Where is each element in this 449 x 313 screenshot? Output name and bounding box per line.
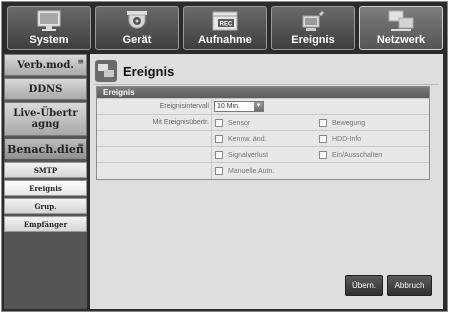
tab-device-label: Gerät [122, 34, 152, 46]
sidebar-subitem-label: Grup. [34, 201, 57, 211]
option-label: Kennw. änd. [228, 135, 267, 143]
manual-recording-checkbox[interactable] [215, 167, 223, 175]
header-divider [94, 84, 439, 85]
option-label: Sensor [228, 119, 251, 127]
tab-recording-label: Aufnahme [198, 34, 252, 46]
column-divider [211, 115, 212, 131]
panel-title: Ereignis [97, 87, 429, 98]
motion-checkbox[interactable] [319, 119, 327, 127]
sidebar: Verb.mod. ≡ DDNS Live-Übertragng Benach.… [4, 54, 87, 309]
transfer-label: Mit Ereignisübertr. [152, 119, 209, 126]
tab-network[interactable]: Netzwerk [359, 6, 443, 50]
sidebar-item-label: Live-Übertragng [13, 108, 78, 130]
option-signal-loss[interactable]: Signalverlust [215, 150, 268, 160]
tab-event[interactable]: Ereignis [271, 6, 355, 50]
power-on-off-checkbox[interactable] [319, 151, 327, 159]
event-icon [302, 11, 324, 31]
hdd-info-checkbox[interactable] [319, 135, 327, 143]
transfer-row-4: Manuelle Autn. [97, 162, 429, 179]
sidebar-item-label: Benach.dien [7, 142, 84, 156]
tab-device[interactable]: Gerät [95, 6, 179, 50]
sidebar-subitem-recipient[interactable]: Empfänger [4, 216, 87, 232]
tab-event-label: Ereignis [291, 34, 335, 46]
sidebar-subitem-event[interactable]: Ereignis [4, 180, 87, 196]
option-manual-recording[interactable]: Manuelle Autn. [215, 166, 274, 176]
transfer-row-3: Signalverlust Ein/Ausschalten [97, 146, 429, 163]
option-label: HDD-Info [332, 135, 362, 143]
tab-network-label: Netzwerk [376, 34, 426, 46]
transfer-row-2: Kennw. änd. HDD-Info [97, 130, 429, 147]
column-divider [211, 147, 212, 163]
password-change-checkbox[interactable] [215, 135, 223, 143]
option-hdd-info[interactable]: HDD-Info [319, 134, 361, 144]
top-navigation: System Gerät REC Aufnahme Ereignis Netzw… [7, 6, 443, 50]
column-divider [211, 131, 212, 147]
rec-icon: REC [212, 11, 238, 31]
sensor-checkbox[interactable] [215, 119, 223, 127]
option-label: Signalverlust [228, 151, 269, 159]
camera-icon [127, 11, 147, 29]
option-motion[interactable]: Bewegung [319, 118, 365, 128]
event-settings-panel: Ereignis Ereignisintervall 10 Min. ▼ Mit… [96, 86, 430, 180]
expand-arrows-icon: ≡ [77, 140, 84, 150]
tab-system[interactable]: System [7, 6, 91, 50]
option-password-change[interactable]: Kennw. änd. [215, 134, 267, 144]
sidebar-subitem-label: SMTP [33, 165, 58, 175]
interval-row: Ereignisintervall 10 Min. ▼ [97, 98, 429, 115]
cancel-button[interactable]: Abbruch [387, 275, 432, 296]
page-title: Ereignis [123, 63, 175, 79]
interval-label: Ereignisintervall [159, 103, 209, 110]
option-label: Manuelle Autn. [228, 167, 275, 175]
sidebar-item-ddns[interactable]: DDNS [4, 78, 87, 100]
svg-text:REC: REC [220, 22, 233, 28]
interval-value: 10 Min. [217, 103, 240, 110]
sidebar-item-label: DDNS [28, 83, 63, 95]
column-divider [211, 163, 212, 179]
monitor-icon [37, 10, 61, 31]
network-icon [388, 10, 414, 31]
main-content: Ereignis Ereignis Ereignisintervall 10 M… [90, 54, 443, 309]
apply-button[interactable]: Übern. [345, 275, 383, 296]
sidebar-item-notification[interactable]: Benach.dien ≡ [4, 138, 87, 160]
sidebar-item-connection-mode[interactable]: Verb.mod. ≡ [4, 54, 87, 76]
app-window: System Gerät REC Aufnahme Ereignis Netzw… [1, 1, 448, 312]
column-divider [211, 99, 212, 115]
sidebar-item-label: Verb.mod. [17, 59, 74, 71]
network-icon [95, 60, 117, 82]
option-sensor[interactable]: Sensor [215, 118, 250, 128]
sidebar-item-live-streaming[interactable]: Live-Übertragng [4, 102, 87, 136]
chevron-down-icon[interactable]: ▼ [254, 102, 263, 111]
option-power-on-off[interactable]: Ein/Ausschalten [319, 150, 382, 160]
option-label: Bewegung [332, 119, 366, 127]
sidebar-subitem-label: Ereignis [29, 183, 62, 193]
collapse-arrows-icon: ≡ [77, 56, 84, 66]
sidebar-subitem-label: Empfänger [23, 219, 68, 229]
sidebar-subitem-group[interactable]: Grup. [4, 198, 87, 214]
page-header: Ereignis [95, 60, 174, 82]
tab-recording[interactable]: REC Aufnahme [183, 6, 267, 50]
signal-loss-checkbox[interactable] [215, 151, 223, 159]
tab-system-label: System [29, 34, 69, 46]
sidebar-subitem-smtp[interactable]: SMTP [4, 162, 87, 178]
interval-select[interactable]: 10 Min. ▼ [214, 101, 264, 112]
option-label: Ein/Ausschalten [332, 151, 383, 159]
transfer-row-1: Mit Ereignisübertr. Sensor Bewegung [97, 114, 429, 131]
